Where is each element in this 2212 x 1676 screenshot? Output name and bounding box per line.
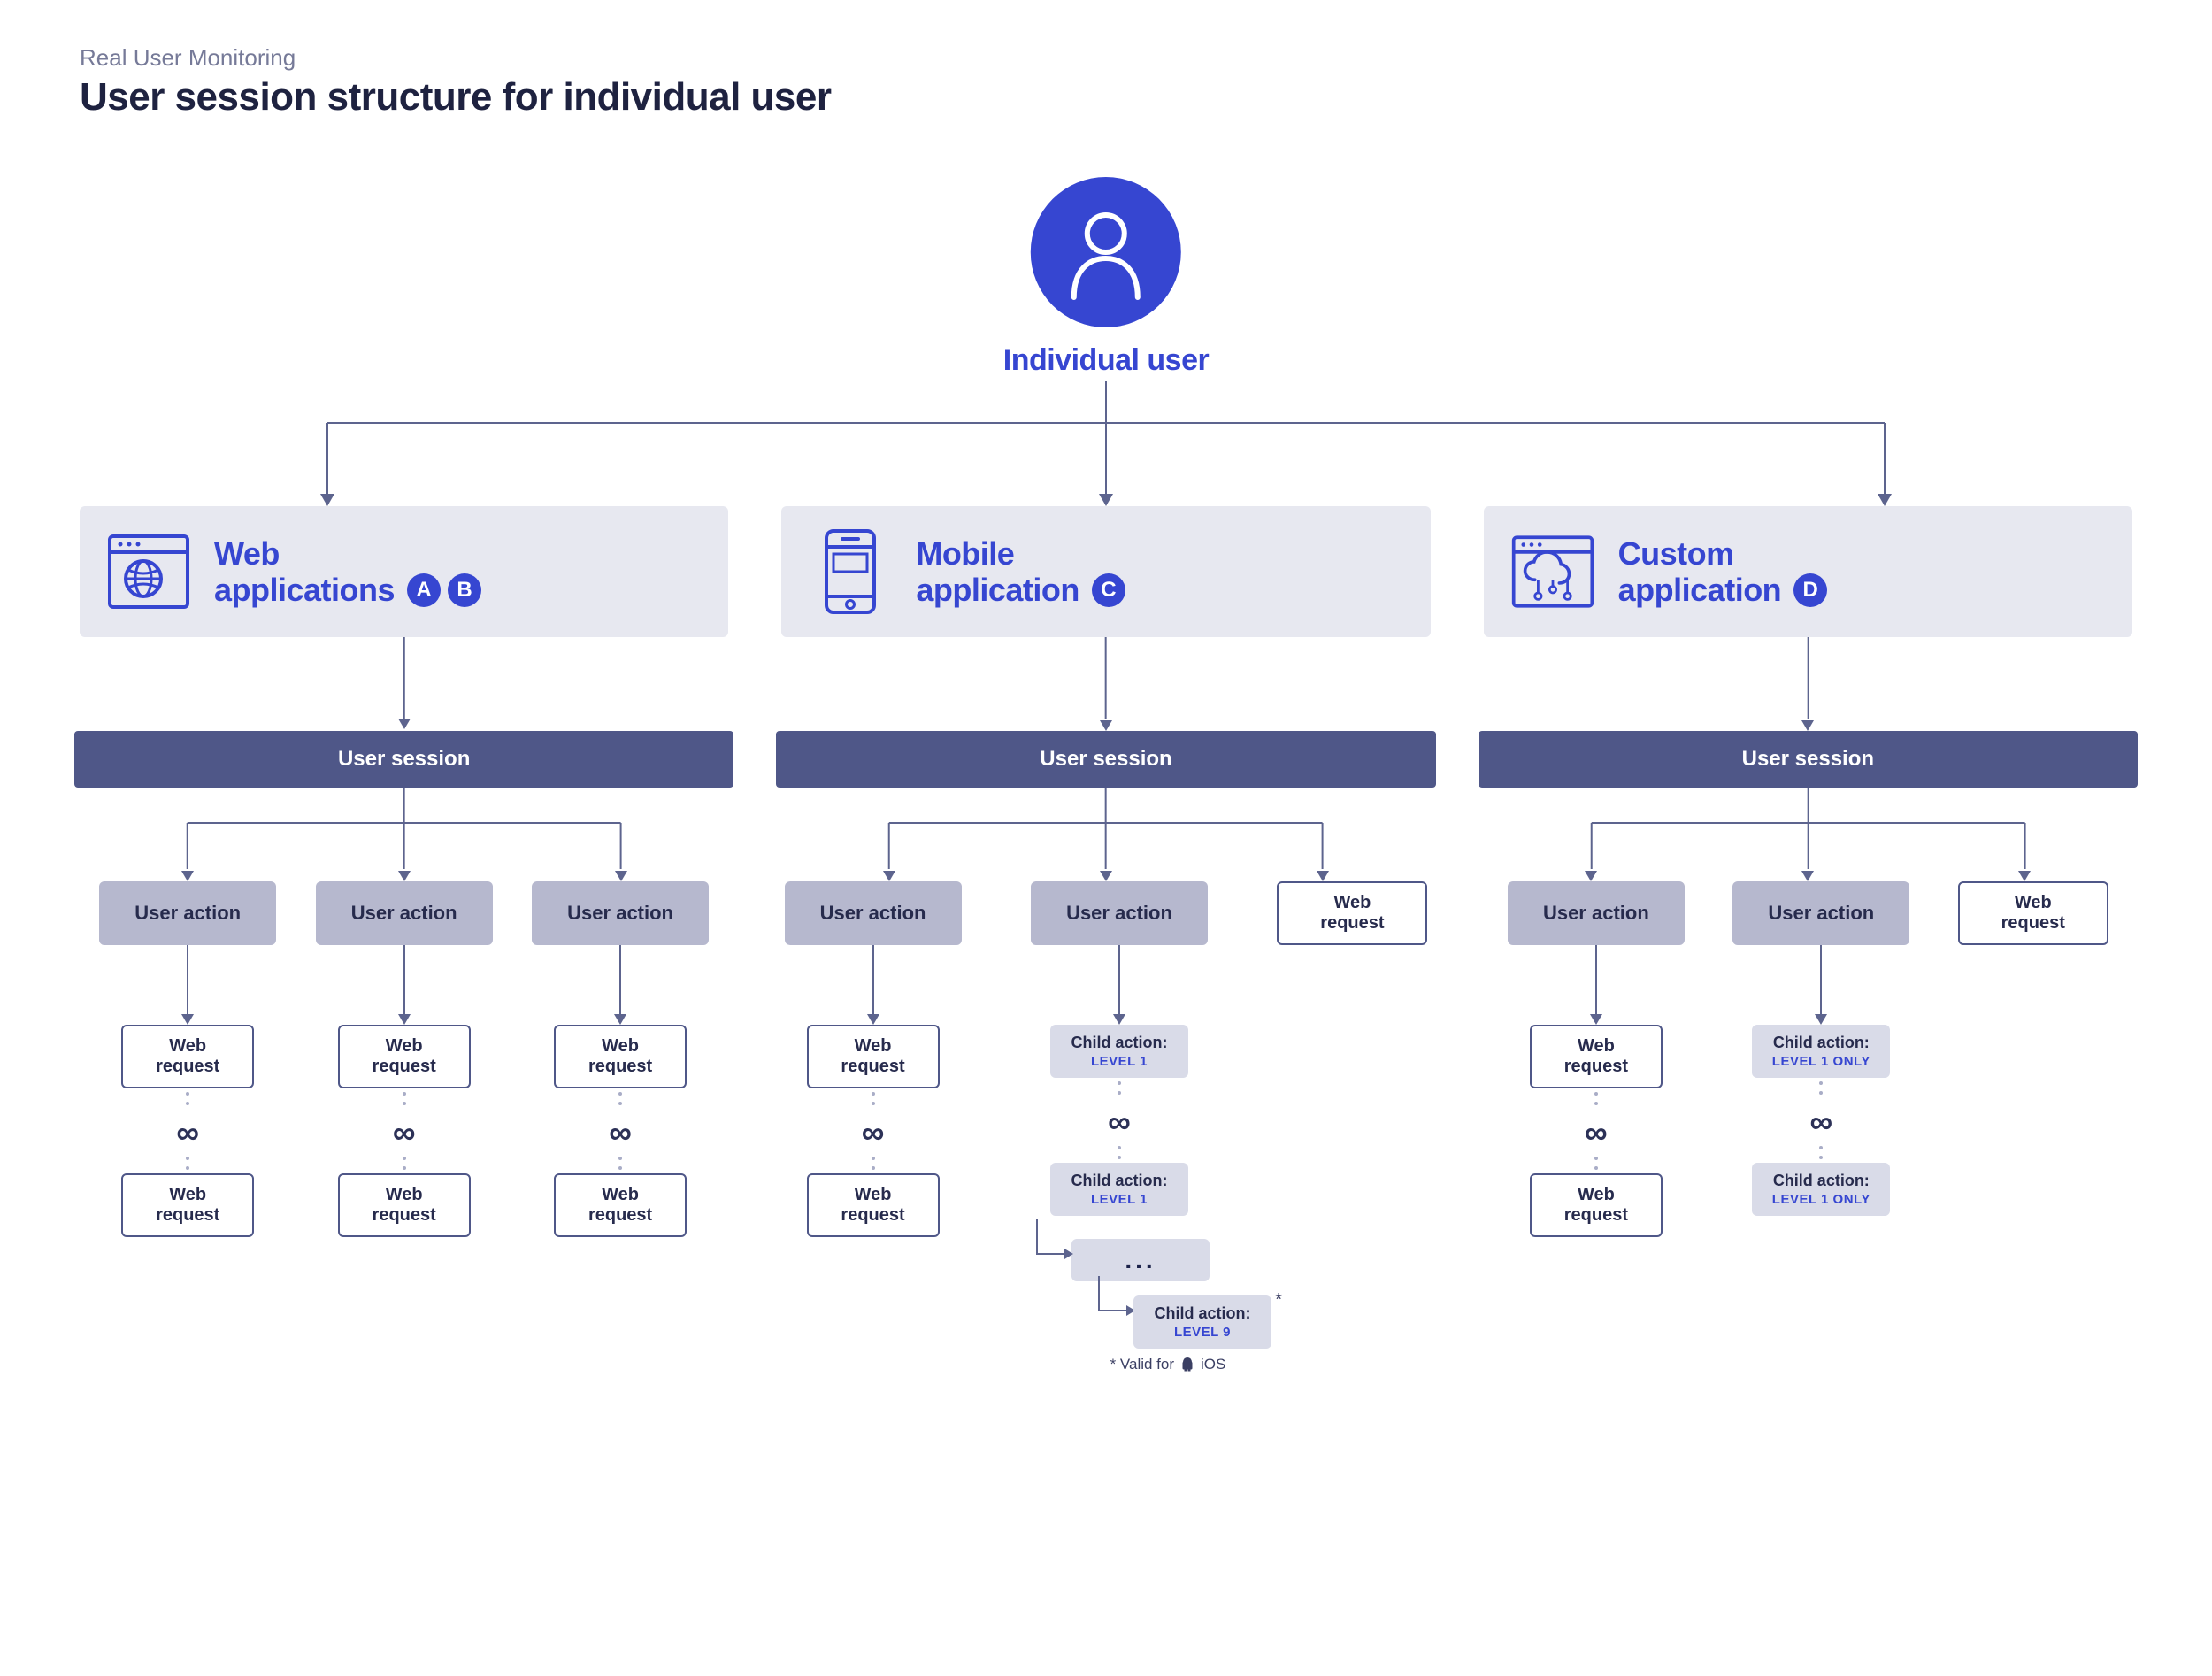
- eyebrow: Real User Monitoring: [80, 44, 2132, 72]
- page-title: User session structure for individual us…: [80, 75, 2132, 119]
- columns: Web applications A B: [80, 506, 2132, 1373]
- column-mobile: Mobile application C User session: [781, 506, 1430, 1373]
- user-icon: [1031, 177, 1181, 327]
- app-title-line2: application: [1618, 572, 1782, 608]
- user-action-node: User action: [532, 881, 709, 945]
- badge-d: D: [1793, 573, 1827, 607]
- session-bar: User session: [74, 731, 733, 788]
- ios-label: iOS: [1201, 1356, 1225, 1373]
- child-action-node: Child action: LEVEL 1 ONLY: [1752, 1163, 1890, 1216]
- infinity-icon: ∞: [1809, 1103, 1832, 1141]
- user-action-node: User action: [1031, 881, 1208, 945]
- app-title-line2: applications: [214, 572, 395, 608]
- web-request-node: Webrequest: [554, 1173, 687, 1237]
- badge-c: C: [1092, 573, 1125, 607]
- child-action-node: Child action: LEVEL 1: [1050, 1163, 1188, 1216]
- web-request-node: Webrequest: [338, 1173, 471, 1237]
- app-title-line1: Custom: [1618, 535, 1734, 572]
- web-request-node: Webrequest: [554, 1025, 687, 1088]
- app-card-custom: Custom application D: [1484, 506, 2132, 637]
- user-action-node: User action: [99, 881, 276, 945]
- footnote: * Valid for iOS: [1110, 1356, 1226, 1373]
- child-action-node: Child action: LEVEL 9: [1133, 1295, 1271, 1349]
- session-bar: User session: [1479, 731, 2138, 788]
- root-node: Individual user: [1003, 177, 1209, 378]
- web-request-node: Webrequest: [1530, 1025, 1663, 1088]
- web-request-node: Webrequest: [121, 1173, 254, 1237]
- app-card-web: Web applications A B: [80, 506, 728, 637]
- user-action-node: User action: [1732, 881, 1909, 945]
- user-action-node: User action: [1508, 881, 1685, 945]
- infinity-icon: ∞: [609, 1114, 632, 1151]
- infinity-icon: ∞: [393, 1114, 416, 1151]
- column-web: Web applications A B: [80, 506, 728, 1373]
- badge-a: A: [407, 573, 441, 607]
- web-request-node: Webrequest: [807, 1173, 940, 1237]
- web-request-node: Webrequest: [338, 1025, 471, 1088]
- asterisk-icon: *: [1275, 1290, 1282, 1311]
- infinity-icon: ∞: [176, 1114, 199, 1151]
- child-action-node: Child action: LEVEL 1 ONLY: [1752, 1025, 1890, 1078]
- infinity-icon: ∞: [862, 1114, 885, 1151]
- badge-b: B: [448, 573, 481, 607]
- app-title-line2: application: [916, 572, 1079, 608]
- child-action-node: Child action: LEVEL 1: [1050, 1025, 1188, 1078]
- web-request-node: Webrequest: [1958, 881, 2108, 945]
- user-action-node: User action: [785, 881, 962, 945]
- cloud-custom-icon: [1510, 532, 1595, 611]
- mobile-device-icon: [808, 532, 893, 611]
- web-request-node: Webrequest: [1277, 881, 1427, 945]
- globe-browser-icon: [106, 532, 191, 611]
- web-request-node: Webrequest: [1530, 1173, 1663, 1237]
- app-title-line1: Mobile: [916, 535, 1014, 572]
- ellipsis-node: ...: [1071, 1239, 1210, 1281]
- infinity-icon: ∞: [1108, 1103, 1131, 1141]
- web-request-node: Webrequest: [807, 1025, 940, 1088]
- session-bar: User session: [776, 731, 1435, 788]
- web-request-node: Webrequest: [121, 1025, 254, 1088]
- user-action-node: User action: [316, 881, 493, 945]
- app-title-line1: Web: [214, 535, 280, 572]
- infinity-icon: ∞: [1585, 1114, 1608, 1151]
- app-card-mobile: Mobile application C: [781, 506, 1430, 637]
- column-custom: Custom application D User session: [1484, 506, 2132, 1373]
- root-label: Individual user: [1003, 343, 1209, 378]
- diagram-canvas: Real User Monitoring User session struct…: [0, 0, 2212, 1676]
- android-icon: [1179, 1357, 1195, 1372]
